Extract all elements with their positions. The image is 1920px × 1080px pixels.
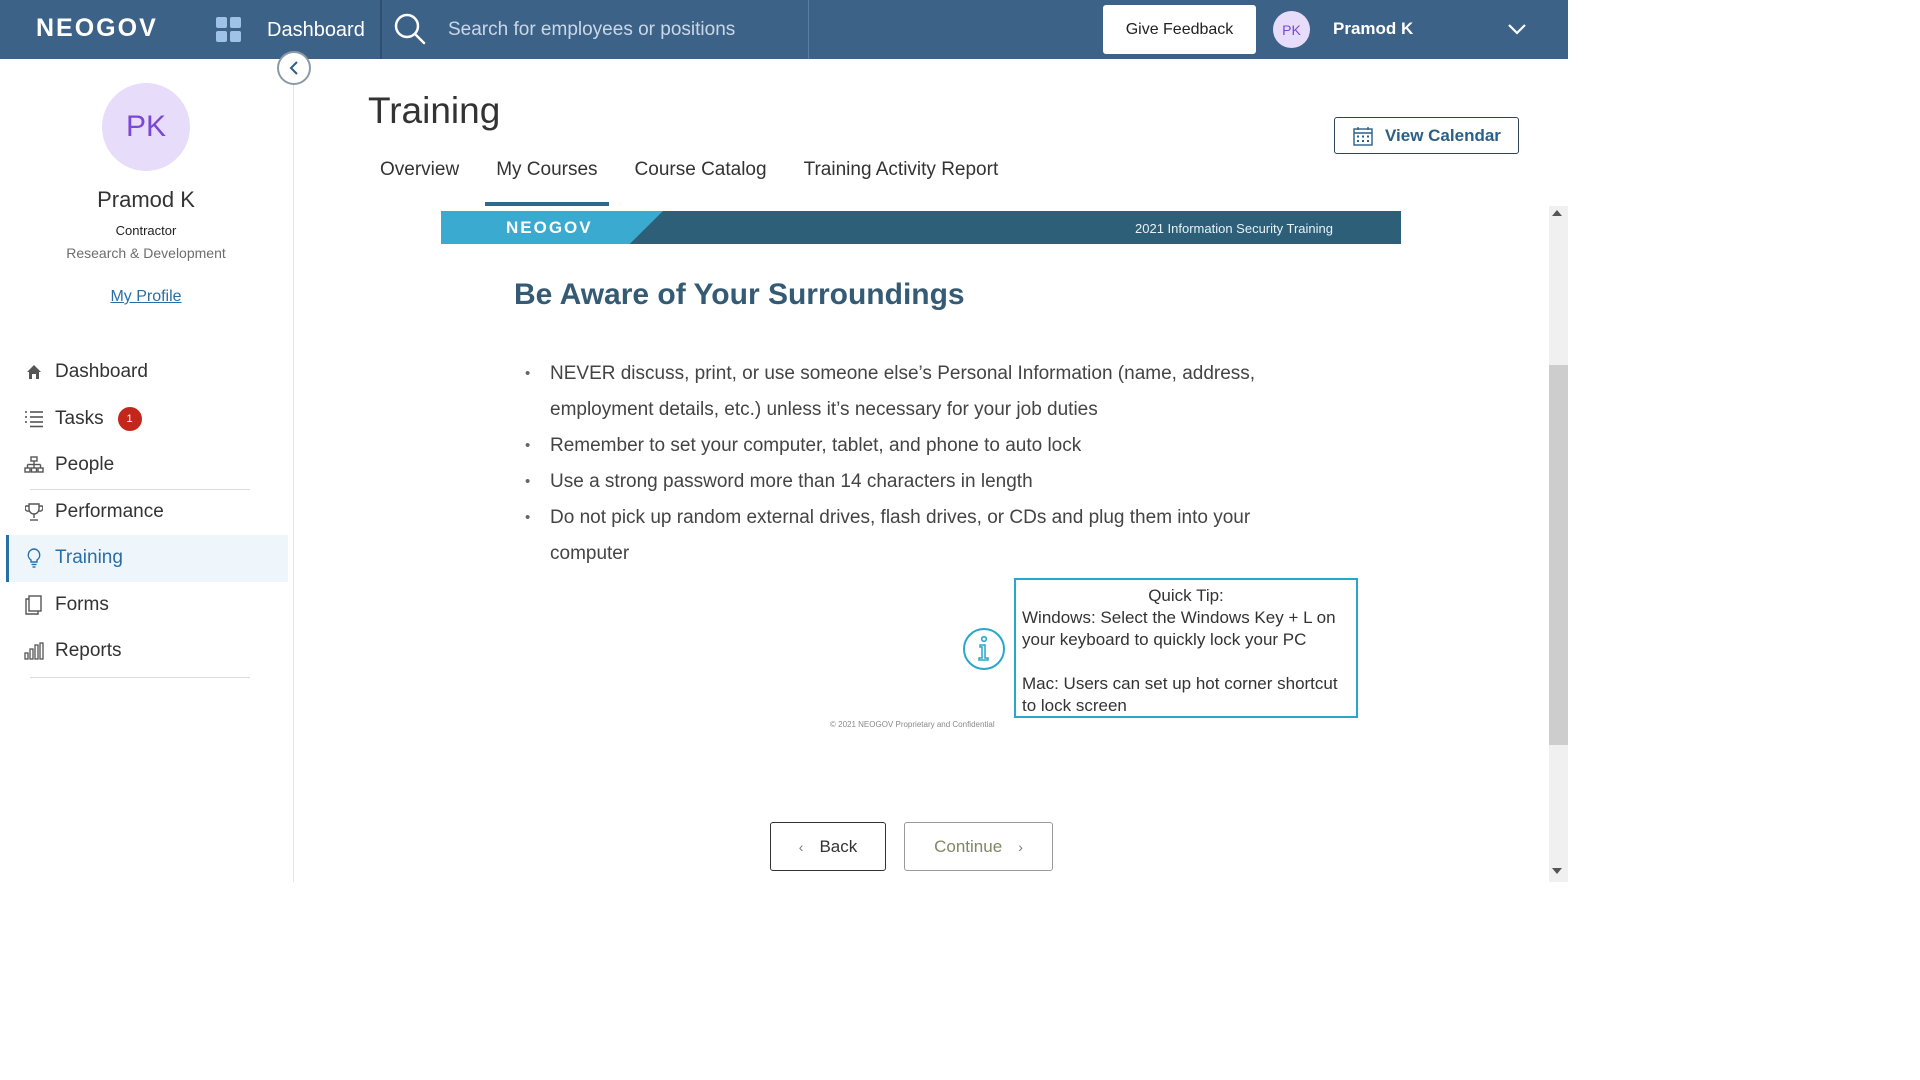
back-button[interactable]: ‹ Back bbox=[770, 822, 886, 871]
sidebar-item-performance[interactable]: Performance bbox=[6, 489, 288, 536]
my-profile-link[interactable]: My Profile bbox=[0, 288, 292, 306]
sidebar-item-label: Training bbox=[55, 547, 123, 569]
sidebar-item-people[interactable]: People bbox=[6, 442, 288, 489]
neogov-logo[interactable]: NEOGOV bbox=[36, 14, 158, 43]
view-calendar-button[interactable]: View Calendar bbox=[1334, 117, 1519, 154]
sidebar-item-label: Tasks bbox=[55, 407, 104, 429]
continue-button[interactable]: Continue › bbox=[904, 822, 1053, 871]
lightbulb-icon bbox=[24, 548, 44, 568]
sidebar-divider bbox=[30, 677, 250, 678]
user-avatar[interactable]: PK bbox=[1273, 11, 1310, 48]
slide-heading: Be Aware of Your Surroundings bbox=[514, 278, 965, 311]
dashboard-grid-icon[interactable] bbox=[216, 17, 241, 42]
tab-course-catalog[interactable]: Course Catalog bbox=[617, 150, 785, 206]
sidebar-item-label: People bbox=[55, 454, 115, 476]
collapse-sidebar-button[interactable] bbox=[277, 51, 311, 85]
list-item: Use a strong password more than 14 chara… bbox=[525, 464, 1305, 500]
chevron-left-icon: ‹ bbox=[798, 838, 804, 855]
quick-tip-windows: Windows: Select the Windows Key + L on y… bbox=[1022, 608, 1336, 649]
view-calendar-label: View Calendar bbox=[1385, 125, 1501, 145]
trophy-icon bbox=[24, 502, 44, 522]
chevron-right-icon: › bbox=[1018, 838, 1023, 855]
bar-chart-icon bbox=[24, 641, 44, 661]
tab-overview[interactable]: Overview bbox=[362, 150, 477, 206]
back-label: Back bbox=[819, 836, 858, 856]
profile-department: Research & Development bbox=[66, 245, 226, 261]
org-chart-icon bbox=[24, 455, 44, 475]
slide-copyright: © 2021 NEOGOV Proprietary and Confidenti… bbox=[830, 720, 995, 729]
quick-tip-title: Quick Tip: bbox=[1148, 586, 1224, 605]
sidebar-divider bbox=[30, 489, 250, 490]
topbar-divider bbox=[808, 0, 809, 59]
user-name[interactable]: Pramod K bbox=[1333, 19, 1413, 39]
sidebar-nav: Dashboard Tasks 1 People Performance Tra… bbox=[6, 349, 288, 675]
sidebar-item-forms[interactable]: Forms bbox=[6, 582, 288, 629]
list-item: Do not pick up random external drives, f… bbox=[525, 500, 1305, 572]
profile-avatar: PK bbox=[102, 83, 190, 171]
calendar-icon bbox=[1353, 126, 1373, 146]
list-item: NEVER discuss, print, or use someone els… bbox=[525, 356, 1305, 428]
sidebar-item-label: Reports bbox=[55, 640, 122, 662]
sidebar-item-training[interactable]: Training bbox=[6, 535, 288, 582]
sidebar-item-dashboard[interactable]: Dashboard bbox=[6, 349, 288, 396]
chevron-left-icon bbox=[289, 61, 298, 75]
top-navigation-bar: NEOGOV Dashboard Give Feedback PK Pramod… bbox=[0, 0, 1568, 59]
forms-icon bbox=[24, 595, 44, 615]
list-item: Remember to set your computer, tablet, a… bbox=[525, 428, 1305, 464]
scroll-down-arrow-icon[interactable] bbox=[1552, 868, 1562, 874]
dashboard-link[interactable]: Dashboard bbox=[267, 19, 365, 42]
home-icon bbox=[24, 362, 44, 382]
search-input[interactable] bbox=[440, 12, 800, 48]
tasks-count-badge: 1 bbox=[117, 406, 142, 431]
quick-tip-mac: Mac: Users can set up hot corner shortcu… bbox=[1022, 674, 1338, 715]
slide-course-title: 2021 Information Security Training bbox=[1135, 221, 1333, 236]
training-tabs: Overview My Courses Course Catalog Train… bbox=[362, 150, 1017, 206]
sidebar-item-tasks[interactable]: Tasks 1 bbox=[6, 396, 288, 443]
slide-header-banner: NEOGOV 2021 Information Security Trainin… bbox=[441, 211, 1401, 244]
profile-name: Pramod K bbox=[97, 187, 195, 212]
chevron-down-icon[interactable] bbox=[1506, 20, 1528, 38]
scrollbar-thumb[interactable] bbox=[1549, 365, 1568, 745]
tab-training-activity-report[interactable]: Training Activity Report bbox=[786, 150, 1017, 206]
continue-label: Continue bbox=[934, 836, 1003, 856]
slide-brand-logo: NEOGOV bbox=[506, 218, 593, 237]
profile-role: Contractor bbox=[115, 223, 177, 238]
list-icon bbox=[24, 409, 44, 429]
sidebar-item-label: Performance bbox=[55, 500, 164, 522]
sidebar-item-reports[interactable]: Reports bbox=[6, 628, 288, 675]
page-title: Training bbox=[368, 90, 501, 131]
scroll-up-arrow-icon[interactable] bbox=[1552, 210, 1562, 216]
quick-tip-box: Quick Tip: Windows: Select the Windows K… bbox=[1014, 578, 1358, 718]
tab-my-courses[interactable]: My Courses bbox=[478, 150, 615, 206]
info-icon bbox=[963, 628, 1005, 670]
sidebar-item-label: Dashboard bbox=[55, 361, 148, 383]
sidebar-item-label: Forms bbox=[55, 593, 109, 615]
topbar-divider bbox=[380, 0, 382, 59]
give-feedback-button[interactable]: Give Feedback bbox=[1103, 5, 1256, 54]
left-sidebar: PK Pramod K Contractor Research & Develo… bbox=[0, 59, 294, 882]
slide-bullet-list: NEVER discuss, print, or use someone els… bbox=[525, 356, 1305, 572]
search-icon[interactable] bbox=[393, 12, 427, 46]
